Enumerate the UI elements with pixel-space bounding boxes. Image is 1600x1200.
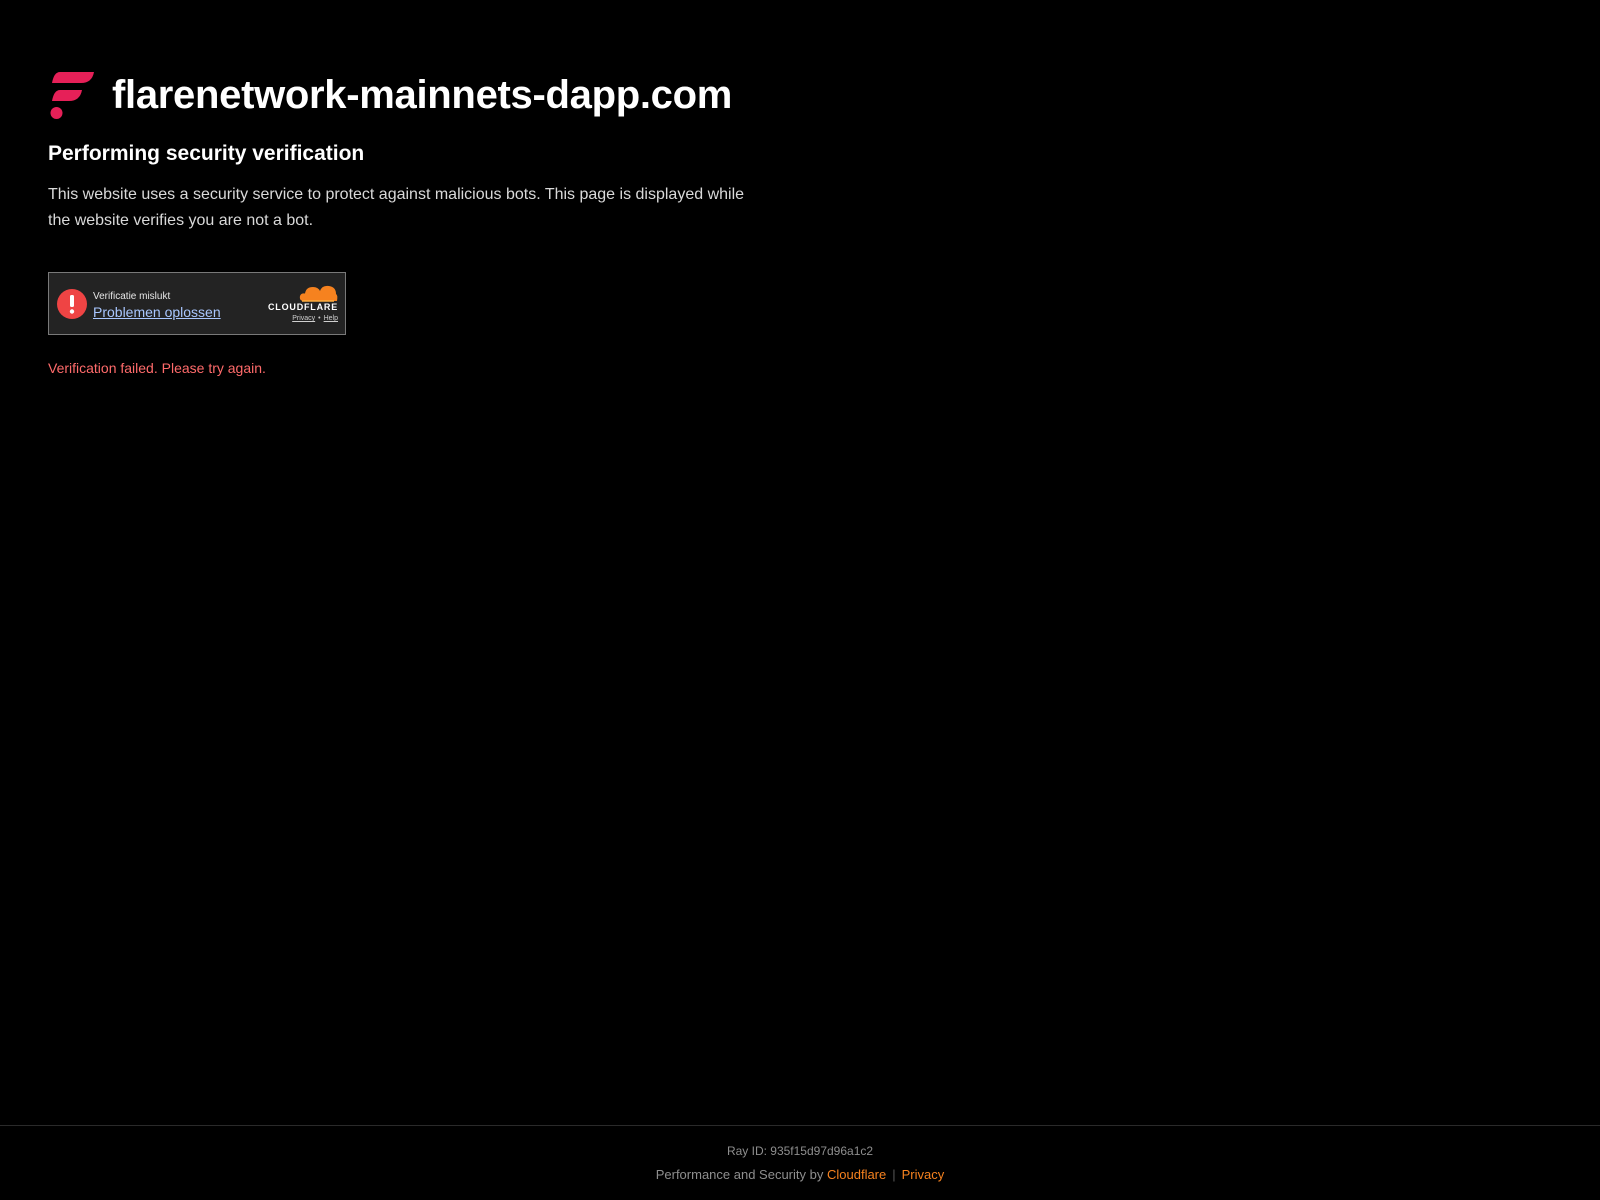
footer: Ray ID: 935f15d97d96a1c2 Performance and… — [0, 1125, 1600, 1200]
page-heading: Performing security verification — [48, 142, 365, 165]
flare-logo-icon — [50, 72, 94, 119]
page-description: This website uses a security service to … — [48, 186, 745, 229]
site-header: flarenetwork-mainnets-dapp.com — [48, 70, 768, 120]
main-content: flarenetwork-mainnets-dapp.com Performin… — [48, 70, 768, 376]
cloudflare-wordmark: CLOUDFLARE — [268, 302, 338, 312]
page: flarenetwork-mainnets-dapp.com Performin… — [0, 0, 1600, 1200]
turnstile-widget: Verificatie mislukt Problemen oplossen C… — [48, 272, 346, 335]
alert-circle-icon — [57, 289, 87, 319]
error-message: Verification failed. Please try again. — [48, 360, 266, 376]
performance-prefix: Performance and Security by — [655, 1167, 824, 1182]
cloudflare-link[interactable]: Cloudflare — [827, 1167, 886, 1182]
widget-privacy-link[interactable]: Privacy — [292, 315, 315, 322]
verification-status: Verificatie mislukt — [93, 291, 171, 302]
performance-line: Performance and Security by Cloudflare | P… — [0, 1167, 1600, 1182]
ray-id: Ray ID: 935f15d97d96a1c2 — [726, 1144, 874, 1158]
widget-help-link[interactable]: Help — [324, 315, 338, 322]
site-title: flarenetwork-mainnets-dapp.com — [112, 72, 733, 117]
cloudflare-cloud-icon — [299, 285, 338, 302]
footer-separator: | — [892, 1167, 896, 1182]
troubleshoot-link[interactable]: Problemen oplossen — [93, 304, 221, 320]
footer-privacy-link[interactable]: Privacy — [902, 1167, 945, 1182]
widget-links: Privacy • Help — [262, 315, 338, 322]
cloudflare-branding: CLOUDFLARE Privacy • Help — [262, 284, 338, 322]
widget-links-separator: • — [318, 315, 321, 322]
